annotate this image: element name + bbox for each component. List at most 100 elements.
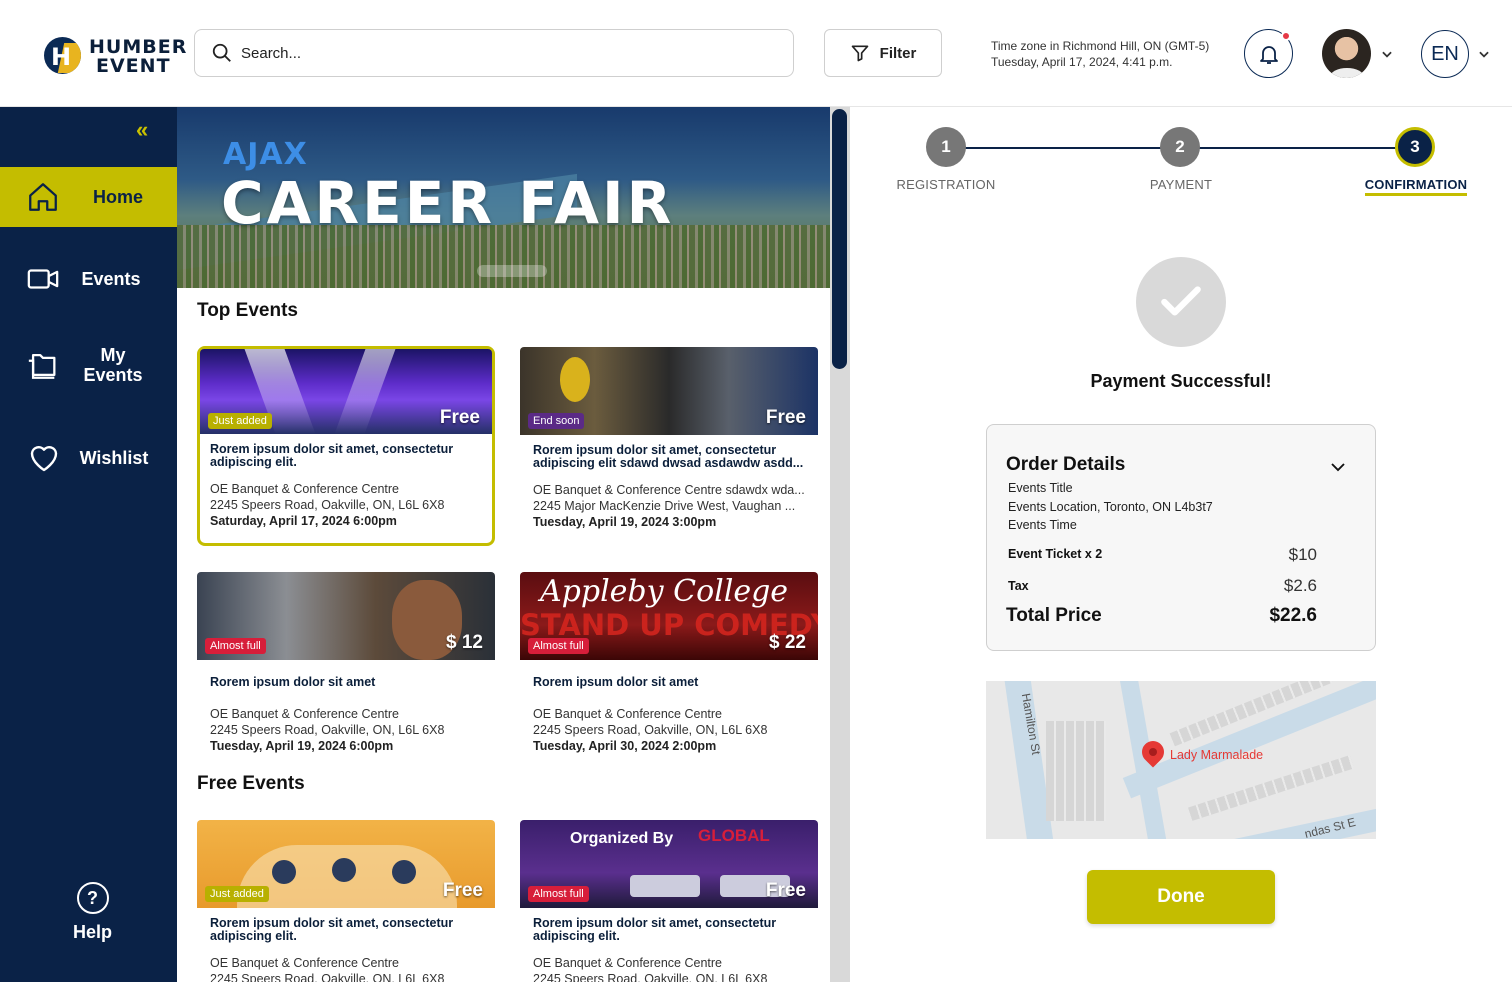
event-title: Rorem ipsum dolor sit amet, consectetur … [210,442,454,469]
sidebar-item-label: Events [81,269,141,289]
order-event-time: Events Time [1008,518,1077,532]
user-avatar[interactable] [1322,29,1371,78]
notification-dot [1281,31,1291,41]
filter-icon [851,45,868,62]
sidebar-item-label: Home [92,187,143,207]
chevron-down-icon[interactable] [1380,47,1394,61]
help-icon: ? [76,882,109,914]
bell-icon [1259,45,1278,64]
total-price-value: $22.6 [1269,605,1317,626]
event-venue: OE Banquet & Conference Centre [210,707,400,721]
event-image-text: GLOBAL [698,826,770,845]
event-price: Free [765,407,806,428]
event-address: 2245 Speers Road, Oakville, ON, L6L 6X8 [210,723,445,737]
sidebar-item-wishlist[interactable]: Wishlist [0,428,177,488]
event-title: Rorem ipsum dolor sit amet [533,675,699,689]
heart-icon [30,446,58,472]
banner-title: CAREER FAIR [221,169,675,237]
done-button[interactable]: Done [1087,870,1275,924]
ticket-value: $10 [1288,545,1317,564]
order-details-card: Order Details Events Title Events Locati… [986,424,1376,651]
event-card[interactable]: End soon Free Rorem ipsum dolor sit amet… [520,347,818,547]
collapse-sidebar-icon[interactable]: « [136,117,148,143]
tax-label: Tax [1008,579,1029,593]
event-date: Tuesday, April 30, 2024 2:00pm [533,739,717,753]
search-input[interactable] [241,44,761,62]
event-address: 2245 Speers Road, Oakville, ON, L6L 6X8 [210,972,445,982]
payment-success-message: Payment Successful! [1090,371,1272,391]
step-2: 2 [1160,127,1200,167]
success-check-icon [1136,257,1226,347]
event-card[interactable]: Organized By GLOBAL Almost full Free Ror… [520,820,818,982]
step-label-confirmation: CONFIRMATION [1356,177,1476,196]
status-badge: Almost full [528,638,589,654]
filter-button[interactable]: Filter [824,29,942,77]
order-details-heading: Order Details [1006,454,1126,475]
status-badge: End soon [528,413,585,429]
event-date: Tuesday, April 19, 2024 6:00pm [210,739,394,753]
hero-banner[interactable]: AJAX CAREER FAIR [177,107,830,288]
event-image-text: Appleby College [540,574,789,609]
event-price: Free [442,880,483,901]
event-feed: AJAX CAREER FAIR Top Events Just added F… [177,107,830,982]
event-card[interactable]: Just added Free Rorem ipsum dolor sit am… [197,346,495,546]
search-icon [212,43,231,62]
chevron-down-icon[interactable] [1477,47,1491,61]
event-title: Rorem ipsum dolor sit amet, consectetur … [210,916,454,943]
logo-text-line2: EVENT [96,55,171,77]
language-selector[interactable]: EN [1421,30,1469,78]
event-address: 2245 Speers Road, Oakville, ON, L6L 6X8 [210,498,445,512]
location-map[interactable]: Hamilton St ndas St E Lady Marmalade [986,681,1376,839]
sidebar-item-label: My Events [83,345,143,385]
help-label: Help [72,922,112,942]
event-title: Rorem ipsum dolor sit amet, consectetur … [533,916,777,943]
event-address: 2245 Speers Road, Oakville, ON, L6L 6X8 [533,972,768,982]
scrollbar-thumb[interactable] [832,109,847,369]
home-icon [29,183,57,211]
ticket-label: Event Ticket x 2 [1008,547,1103,561]
event-title: Rorem ipsum dolor sit amet [210,675,376,689]
event-venue: OE Banquet & Conference Centre sdawdx wd… [533,483,805,497]
step-label-payment: PAYMENT [1149,177,1213,192]
status-badge: Almost full [205,638,266,654]
total-price-label: Total Price [1006,605,1102,626]
chevron-down-icon[interactable] [1329,458,1347,476]
event-date: Saturday, April 17, 2024 6:00pm [210,514,397,528]
carousel-indicator[interactable] [477,265,547,277]
event-price: $ 22 [769,632,806,653]
logo[interactable]: H HUMBER EVENT [44,36,186,77]
section-title-free-events: Free Events [197,773,305,794]
search-bar[interactable] [194,29,794,77]
feed-scrollbar[interactable] [830,107,850,982]
sidebar-item-label: Wishlist [79,448,149,468]
order-event-title: Events Title [1008,481,1073,495]
event-address: 2245 Major MacKenzie Drive West, Vaughan… [533,499,796,513]
folder-icon [28,353,56,379]
event-card[interactable]: Almost full $ 12 Rorem ipsum dolor sit a… [197,572,495,772]
video-icon [27,269,59,289]
status-badge: Almost full [528,886,589,902]
timezone-info: Time zone in Richmond Hill, ON (GMT-5) T… [991,38,1209,70]
top-bar: H HUMBER EVENT Filter Time zone in Richm… [0,0,1512,107]
event-venue: OE Banquet & Conference Centre [533,707,723,721]
event-card[interactable]: Just added Free Rorem ipsum dolor sit am… [197,820,495,982]
notifications-button[interactable] [1244,29,1293,78]
sidebar-item-my-events[interactable]: My Events [0,335,177,395]
step-3: 3 [1395,127,1435,167]
event-image-text: Organized By [570,830,674,847]
event-venue: OE Banquet & Conference Centre [210,482,400,496]
event-price: Free [765,880,806,901]
sidebar-item-events[interactable]: Events [0,249,177,309]
status-badge: Just added [208,413,272,429]
step-1: 1 [926,127,966,167]
event-title: Rorem ipsum dolor sit amet, consectetur … [533,443,804,470]
event-card[interactable]: Appleby College STAND UP COMEDY Almost f… [520,572,818,772]
sidebar-item-home[interactable]: Home [0,167,177,227]
event-price: $ 12 [446,632,483,653]
event-venue: OE Banquet & Conference Centre [533,956,723,970]
checkout-panel: 1 2 3 REGISTRATION PAYMENT CONFIRMATION … [850,107,1512,982]
order-event-location: Events Location, Toronto, ON L4b3t7 [1008,500,1213,514]
help-button[interactable]: ? Help [0,882,185,943]
event-address: 2245 Speers Road, Oakville, ON, L6L 6X8 [533,723,768,737]
timezone-location: Time zone in Richmond Hill, ON (GMT-5) [991,39,1210,53]
